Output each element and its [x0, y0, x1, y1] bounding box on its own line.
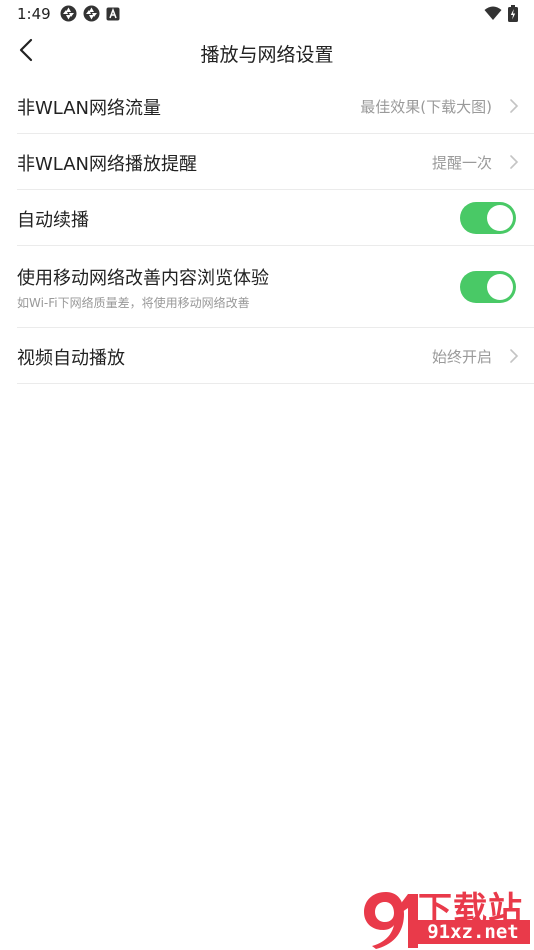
watermark: 下载站 91xz.net	[356, 880, 534, 950]
aperture-icon	[83, 5, 100, 22]
nav-bar: 播放与网络设置	[0, 28, 534, 76]
aperture-icon	[60, 5, 77, 22]
setting-label: 非WLAN网络流量	[17, 98, 162, 119]
system-icons	[484, 5, 518, 26]
toggle-knob	[487, 205, 513, 231]
setting-label: 视频自动播放	[17, 348, 125, 369]
setting-label: 使用移动网络改善内容浏览体验	[17, 268, 269, 289]
status-time: 1:49	[17, 5, 51, 23]
chevron-right-icon	[508, 348, 520, 364]
setting-label: 自动续播	[17, 210, 89, 231]
setting-row-non-wlan-play-reminder[interactable]: 非WLAN网络播放提醒 提醒一次	[17, 134, 534, 190]
setting-sublabel: 如Wi-Fi下网络质量差，将使用移动网络改善	[17, 296, 250, 310]
setting-row-autoplay-next: 自动续播	[17, 190, 534, 246]
setting-value: 提醒一次	[431, 154, 492, 172]
page-title: 播放与网络设置	[200, 44, 334, 66]
notification-icons	[60, 5, 120, 22]
a-box-icon	[106, 7, 120, 21]
setting-row-video-autoplay[interactable]: 视频自动播放 始终开启	[17, 328, 534, 384]
battery-charging-icon	[508, 5, 518, 26]
watermark-logo-icon	[358, 888, 422, 950]
setting-value: 始终开启	[431, 348, 492, 366]
mobile-network-improve-toggle[interactable]	[460, 271, 516, 303]
autoplay-next-toggle[interactable]	[460, 202, 516, 234]
watermark-url: 91xz.net	[416, 920, 530, 944]
settings-list: 非WLAN网络流量 最佳效果(下载大图) 非WLAN网络播放提醒 提醒一次 自动…	[17, 78, 534, 384]
chevron-right-icon	[508, 154, 520, 170]
setting-label: 非WLAN网络播放提醒	[17, 154, 198, 175]
setting-value: 最佳效果(下载大图)	[360, 98, 492, 116]
setting-row-non-wlan-traffic[interactable]: 非WLAN网络流量 最佳效果(下载大图)	[17, 78, 534, 134]
setting-row-mobile-network-improve: 使用移动网络改善内容浏览体验 如Wi-Fi下网络质量差，将使用移动网络改善	[17, 246, 534, 328]
status-bar: 1:49	[0, 0, 534, 28]
wifi-icon	[484, 6, 502, 25]
toggle-knob	[487, 274, 513, 300]
chevron-right-icon	[508, 98, 520, 114]
